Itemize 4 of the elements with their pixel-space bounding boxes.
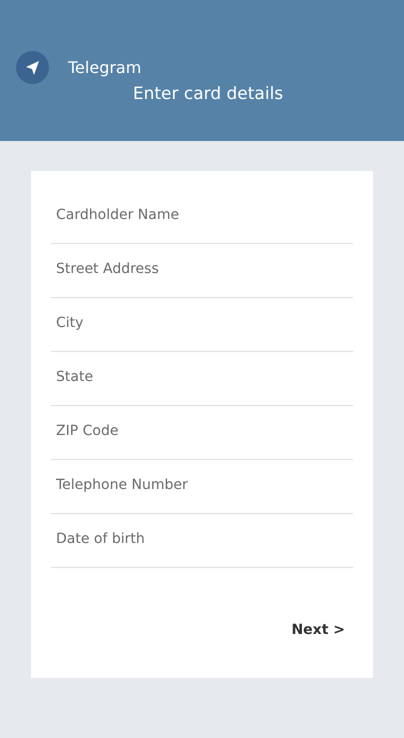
next-button[interactable]: Next > [291, 620, 345, 641]
app-name: Telegram [68, 56, 142, 78]
paper-plane-icon [16, 51, 49, 84]
page-title: Enter card details [132, 83, 284, 106]
